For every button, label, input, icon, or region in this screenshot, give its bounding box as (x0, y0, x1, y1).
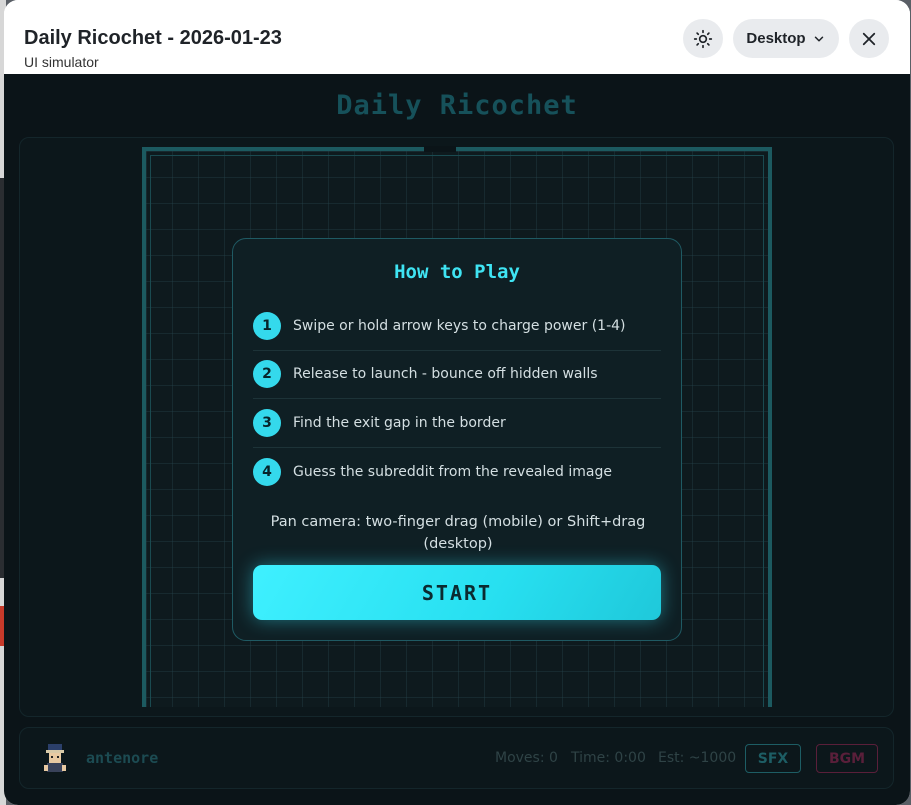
modal-subtitle: UI simulator (24, 54, 99, 70)
modal-header: Daily Ricochet - 2026-01-23 UI simulator… (4, 0, 910, 74)
estimate-score: Est: ~1000 (658, 750, 737, 766)
how-to-play-title: How to Play (394, 261, 520, 283)
game-stage: Daily Ricochet How to Play 1 Swipe or ho… (4, 74, 910, 805)
start-button[interactable]: START (253, 565, 661, 620)
moves-counter: Moves: 0 (495, 750, 558, 766)
game-title: Daily Ricochet (336, 90, 578, 121)
step-text: Guess the subreddit from the revealed im… (293, 463, 612, 480)
step-number: 3 (253, 408, 281, 437)
simulator-modal: Daily Ricochet - 2026-01-23 UI simulator… (4, 0, 910, 805)
exit-gap (424, 146, 456, 152)
close-button[interactable] (849, 19, 889, 58)
step-number: 4 (253, 457, 281, 486)
step-item: 3 Find the exit gap in the border (253, 399, 661, 448)
step-text: Release to launch - bounce off hidden wa… (293, 366, 598, 383)
theme-toggle-button[interactable] (683, 19, 723, 58)
avatar (44, 744, 66, 772)
username: antenore (86, 749, 159, 767)
close-icon (862, 32, 876, 45)
step-number: 2 (253, 360, 281, 389)
status-bar: antenore Moves: 0 Time: 0:00 Est: ~1000 … (19, 727, 894, 789)
how-to-play-dialog: How to Play 1 Swipe or hold arrow keys t… (232, 238, 682, 641)
how-to-play-steps: 1 Swipe or hold arrow keys to charge pow… (253, 302, 661, 496)
step-item: 4 Guess the subreddit from the revealed … (253, 448, 661, 497)
step-text: Swipe or hold arrow keys to charge power… (293, 317, 626, 334)
step-text: Find the exit gap in the border (293, 414, 506, 431)
step-item: 2 Release to launch - bounce off hidden … (253, 351, 661, 399)
time-counter: Time: 0:00 (571, 750, 646, 766)
bgm-toggle-button[interactable]: BGM (816, 744, 878, 773)
sfx-toggle-button[interactable]: SFX (745, 744, 801, 773)
pan-camera-note: Pan camera: two-finger drag (mobile) or … (270, 514, 646, 552)
step-item: 1 Swipe or hold arrow keys to charge pow… (253, 302, 661, 351)
device-select-label: Desktop (746, 30, 806, 47)
step-number: 1 (253, 311, 281, 340)
sun-icon (693, 29, 713, 48)
device-select-button[interactable]: Desktop (733, 19, 839, 58)
chevron-down-icon (814, 35, 823, 42)
modal-title: Daily Ricochet - 2026-01-23 (24, 27, 282, 49)
